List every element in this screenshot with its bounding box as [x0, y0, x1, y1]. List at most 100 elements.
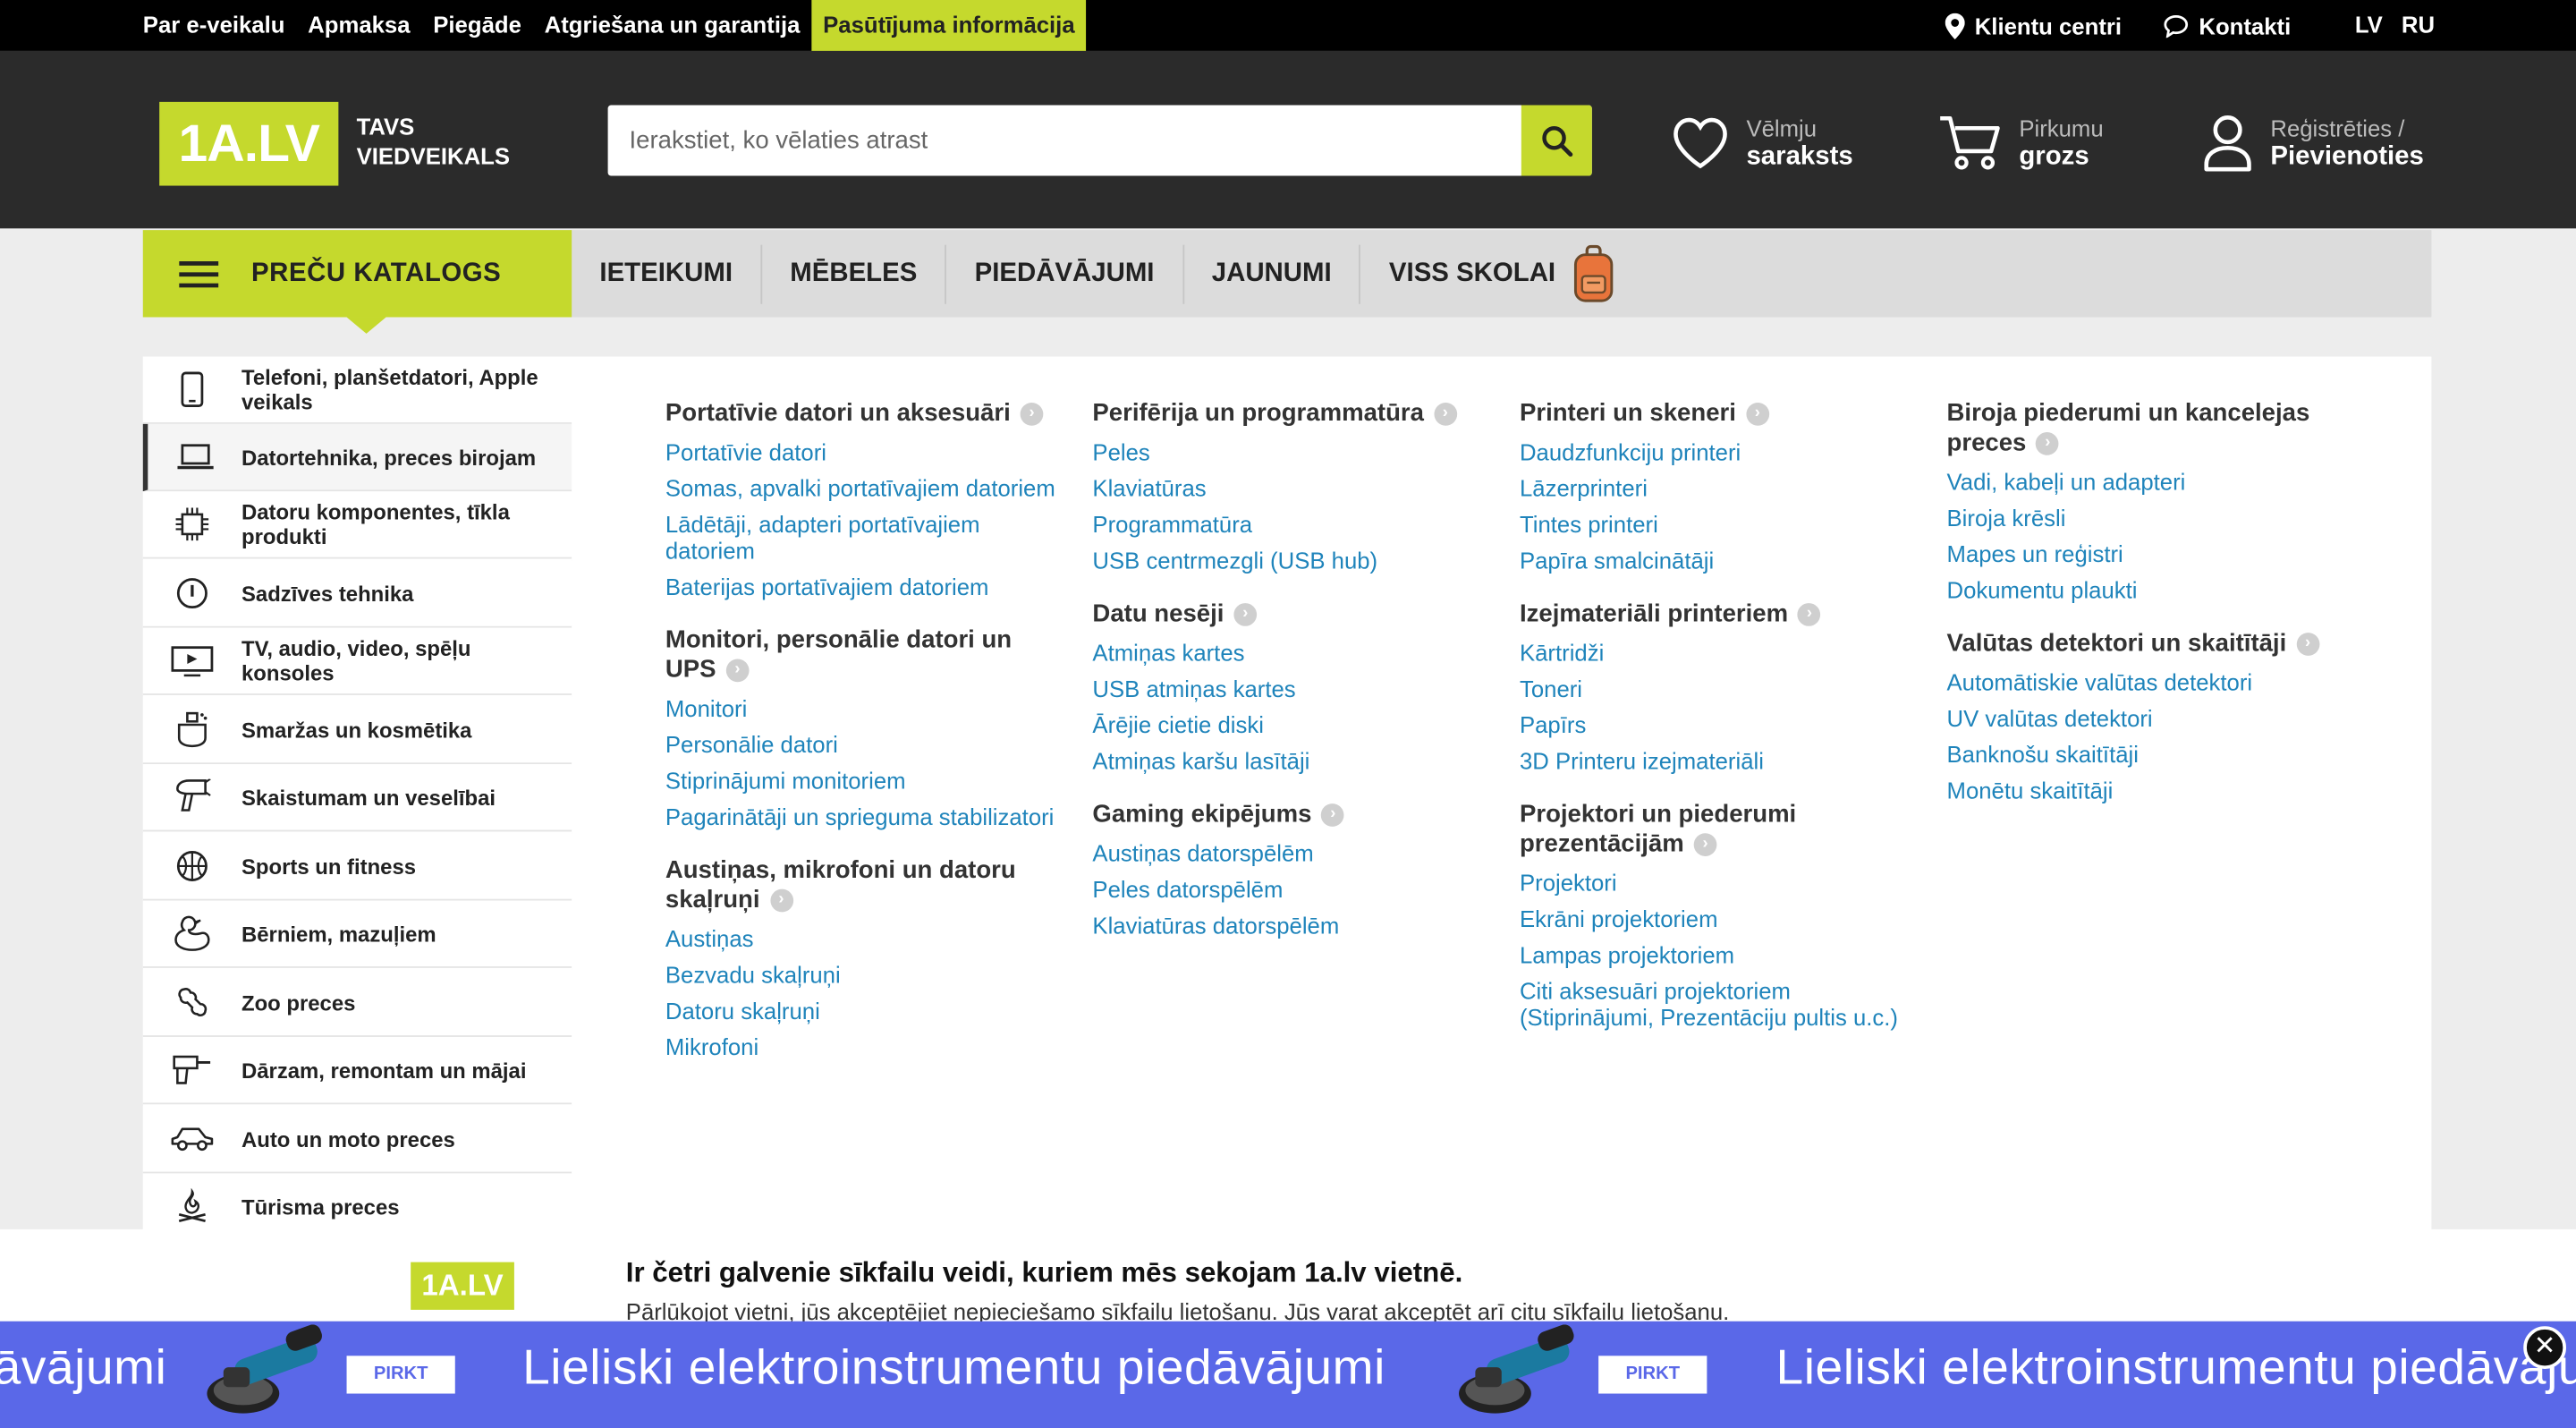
menu-link[interactable]: Peles	[1092, 438, 1487, 464]
sidebar-item-phones[interactable]: Telefoni, planšetdatori, Apple veikals	[142, 356, 572, 424]
menu-link[interactable]: Datoru skaļruņi	[665, 998, 1060, 1024]
menu-group-title[interactable]: Gaming ekipējums ›	[1092, 800, 1487, 829]
menu-group-title[interactable]: Projektori un piederumi prezentācijām ›	[1520, 800, 1914, 859]
logo-tagline-line2: VIEDVEIKALS	[356, 142, 511, 170]
wishlist-button[interactable]: Vēlmju saraksts	[1671, 114, 1853, 173]
nav-link-furniture[interactable]: MĒBELES	[762, 243, 947, 303]
menu-group-title[interactable]: Austiņas, mikrofoni un datoru skaļruņi ›	[665, 856, 1060, 915]
sidebar-item-computers[interactable]: Datortehnika, preces birojam	[142, 423, 572, 492]
menu-link[interactable]: Papīra smalcinātāji	[1520, 548, 1914, 574]
menu-group-title[interactable]: Perifērija un programmatūra ›	[1092, 399, 1487, 429]
menu-group-title[interactable]: Portatīvie datori un aksesuāri ›	[665, 399, 1060, 429]
menu-link[interactable]: Tintes printeri	[1520, 511, 1914, 537]
sidebar-item-sports[interactable]: Sports un fitness	[142, 833, 572, 901]
contacts-link[interactable]: Kontakti	[2165, 13, 2291, 38]
sidebar-item-components[interactable]: Datoru komponentes, tīkla produkti	[142, 491, 572, 559]
menu-link[interactable]: Portatīvie datori	[665, 438, 1060, 464]
chevron-right-icon: ›	[2036, 432, 2060, 455]
sidebar-item-label: TV, audio, video, spēļu konsoles	[242, 635, 471, 685]
banner-close-button[interactable]: ✕	[2523, 1326, 2566, 1370]
menu-group: Monitori, personālie datori un UPS › Moni…	[665, 626, 1060, 830]
menu-group-title[interactable]: Valūtas detektori un skaitītāji ›	[1947, 629, 2342, 659]
menu-link[interactable]: Monitori	[665, 695, 1060, 721]
nav-link-school[interactable]: VISS SKOLAI	[1361, 244, 1569, 303]
search-button[interactable]	[1521, 105, 1592, 176]
menu-link[interactable]: Dokumentu plaukti	[1947, 577, 2342, 603]
menu-link[interactable]: Mapes un reģistri	[1947, 540, 2342, 566]
client-centers-link[interactable]: Klientu centri	[1945, 12, 2123, 39]
account-button[interactable]: Reģistrēties / Pievienoties	[2201, 114, 2424, 173]
menu-link[interactable]: Biroja krēsli	[1947, 505, 2342, 531]
top-link-returns[interactable]: Atgriešana un garantija	[533, 0, 811, 51]
lang-ru[interactable]: RU	[2402, 11, 2435, 37]
menu-link[interactable]: Ekrāni projektoriem	[1520, 905, 1914, 931]
menu-link[interactable]: Ārējie cietie diski	[1092, 711, 1487, 737]
sidebar-item-garden[interactable]: Dārzam, remontam un mājai	[142, 1036, 572, 1105]
sidebar-item-perfume[interactable]: Smaržas un kosmētika	[142, 696, 572, 765]
menu-link[interactable]: USB atmiņas kartes	[1092, 676, 1487, 701]
menu-link[interactable]: 3D Printeru izejmateriāli	[1520, 748, 1914, 774]
lang-lv[interactable]: LV	[2355, 11, 2383, 37]
menu-link[interactable]: Austiņas	[665, 925, 1060, 951]
menu-link[interactable]: Projektori	[1520, 870, 1914, 896]
sidebar-item-kids[interactable]: Bērniem, mazuļiem	[142, 900, 572, 968]
car-icon	[143, 1124, 242, 1153]
cart-button[interactable]: Pirkumu grozs	[1937, 114, 2104, 173]
menu-group-title[interactable]: Izejmateriāli printeriem ›	[1520, 599, 1914, 629]
menu-link[interactable]: Klaviatūras datorspēlēm	[1092, 912, 1487, 938]
menu-link[interactable]: Citi aksesuāri projektoriem (Stiprinājum…	[1520, 978, 1914, 1031]
banner-buy-button[interactable]: PIRKT	[346, 1356, 455, 1394]
client-centers-label: Klientu centri	[1974, 12, 2123, 39]
site-logo[interactable]: 1A.LV	[159, 101, 339, 186]
menu-link[interactable]: Klaviatūras	[1092, 475, 1487, 501]
menu-link[interactable]: Somas, apvalki portatīvajiem datoriem	[665, 475, 1060, 501]
menu-link[interactable]: Lādētāji, adapteri portatīvajiem datorie…	[665, 511, 1060, 564]
menu-link[interactable]: Daudzfunkciju printeri	[1520, 438, 1914, 464]
top-link-delivery[interactable]: Piegāde	[421, 0, 532, 51]
sidebar-item-tv[interactable]: TV, audio, video, spēļu konsoles	[142, 627, 572, 695]
sidebar-item-appliances[interactable]: Sadzīves tehnika	[142, 560, 572, 628]
menu-link[interactable]: Bezvadu skaļruņi	[665, 961, 1060, 987]
menu-link[interactable]: Kārtridži	[1520, 639, 1914, 665]
sidebar-item-beauty[interactable]: Skaistumam un veselībai	[142, 764, 572, 832]
menu-link[interactable]: UV valūtas detektori	[1947, 705, 2342, 731]
menu-link[interactable]: Atmiņas kartes	[1092, 639, 1487, 665]
contacts-label: Kontakti	[2199, 12, 2292, 39]
menu-link[interactable]: Stiprinājumi monitoriem	[665, 768, 1060, 794]
nav-link-new[interactable]: JAUNUMI	[1184, 243, 1361, 303]
menu-link[interactable]: USB centrmezgli (USB hub)	[1092, 548, 1487, 574]
menu-link[interactable]: Baterijas portatīvajiem datoriem	[665, 574, 1060, 599]
menu-link[interactable]: Lampas projektoriem	[1520, 941, 1914, 967]
menu-link[interactable]: Lāzerprinteri	[1520, 475, 1914, 501]
menu-link[interactable]: Mikrofoni	[665, 1033, 1060, 1059]
account-label-big: Pievienoties	[2270, 142, 2424, 172]
top-link-payment[interactable]: Apmaksa	[296, 0, 421, 51]
menu-group-title[interactable]: Printeri un skeneri ›	[1520, 399, 1914, 429]
menu-group-title[interactable]: Biroja piederumi un kancelejas preces ›	[1947, 399, 2342, 458]
sidebar-item-auto[interactable]: Auto un moto preces	[142, 1106, 572, 1174]
menu-link[interactable]: Atmiņas karšu lasītāji	[1092, 748, 1487, 774]
top-link-order-info[interactable]: Pasūtījuma informācija	[811, 0, 1087, 51]
menu-group-title[interactable]: Monitori, personālie datori un UPS ›	[665, 626, 1060, 685]
nav-link-offers[interactable]: PIEDĀVĀJUMI	[946, 243, 1184, 303]
menu-link[interactable]: Austiņas datorspēlēm	[1092, 840, 1487, 866]
menu-link[interactable]: Toneri	[1520, 676, 1914, 701]
menu-link[interactable]: Automātiskie valūtas detektori	[1947, 669, 2342, 695]
menu-link[interactable]: Monētu skaitītāji	[1947, 778, 2342, 803]
menu-link[interactable]: Personālie datori	[665, 731, 1060, 757]
promo-banner[interactable]: āvājumi PIRKT Lieliski elektroinstrument…	[0, 1321, 2576, 1428]
menu-link[interactable]: Programmatūra	[1092, 511, 1487, 537]
top-link-about[interactable]: Par e-veikalu	[131, 0, 296, 51]
menu-link[interactable]: Papīrs	[1520, 711, 1914, 737]
search-input[interactable]	[607, 105, 1521, 176]
mega-column-4: Biroja piederumi un kancelejas preces › V…	[1947, 399, 2342, 829]
sidebar-item-zoo[interactable]: Zoo preces	[142, 969, 572, 1037]
menu-link[interactable]: Pagarinātāji un sprieguma stabilizatori	[665, 803, 1060, 829]
menu-group-title[interactable]: Datu nesēji ›	[1092, 599, 1487, 629]
menu-link[interactable]: Peles datorspēlēm	[1092, 876, 1487, 902]
menu-link[interactable]: Banknošu skaitītāji	[1947, 741, 2342, 767]
banner-buy-button[interactable]: PIRKT	[1598, 1356, 1707, 1394]
catalog-button[interactable]: PREČU KATALOGS	[142, 230, 572, 334]
menu-link[interactable]: Vadi, kabeļi un adapteri	[1947, 468, 2342, 494]
nav-link-recommendations[interactable]: IETEIKUMI	[572, 243, 763, 303]
